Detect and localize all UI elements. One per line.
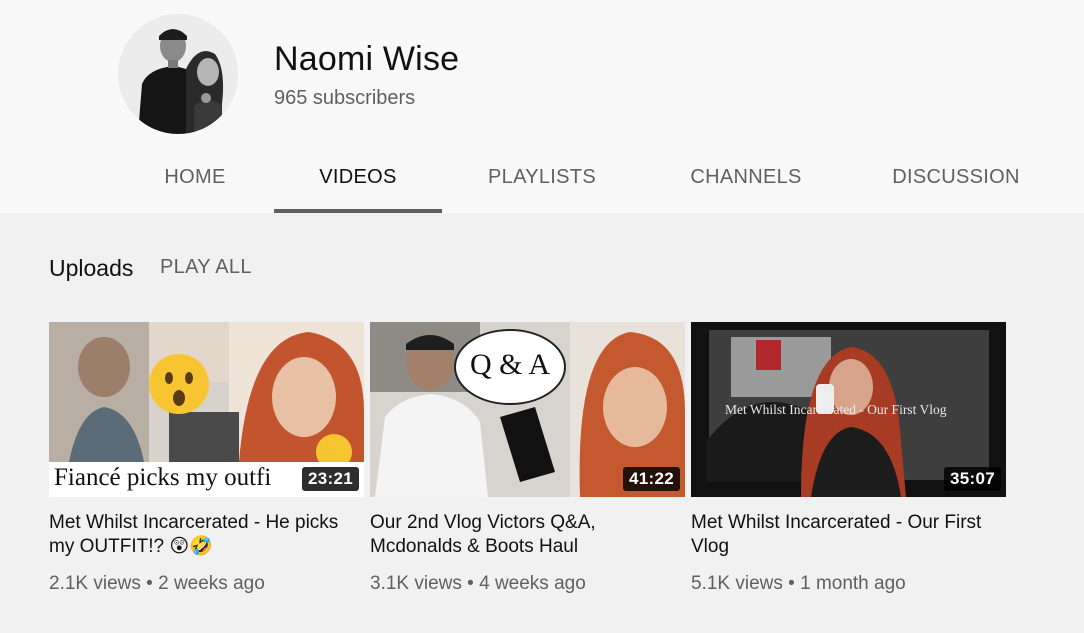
tab-home[interactable]: HOME: [150, 150, 240, 213]
video-metadata: 2.1K views • 2 weeks ago: [49, 573, 265, 595]
upload-age: 4 weeks ago: [479, 573, 586, 594]
video-thumbnail[interactable]: Met Whilst Incarcerated - Our First Vlog…: [691, 322, 1006, 497]
meta-separator: •: [467, 573, 474, 594]
play-all-button[interactable]: PLAY ALL: [160, 256, 252, 279]
video-duration: 23:21: [302, 467, 359, 491]
avatar-image: [118, 14, 238, 134]
channel-tabs: HOME VIDEOS PLAYLISTS CHANNELS DISCUSSIO…: [0, 150, 1084, 213]
video-thumbnail[interactable]: Fiancé picks my outfi 23:21: [49, 322, 364, 497]
meta-separator: •: [788, 573, 795, 594]
thumbnail-caption: Q & A: [470, 348, 551, 381]
video-card[interactable]: Fiancé picks my outfi 23:21 Met Whilst I…: [49, 322, 364, 594]
video-card[interactable]: Met Whilst Incarcerated - Our First Vlog…: [691, 322, 1006, 594]
video-duration: 35:07: [944, 467, 1001, 491]
section-title: Uploads: [49, 255, 134, 281]
video-duration: 41:22: [623, 467, 680, 491]
thumbnail-caption: Met Whilst Incarcerated - Our First Vlog: [725, 402, 947, 417]
meta-separator: •: [146, 573, 153, 594]
video-title[interactable]: Our 2nd Vlog Victors Q&A, Mcdonalds & Bo…: [370, 511, 670, 559]
upload-age: 1 month ago: [800, 573, 906, 594]
video-metadata: 3.1K views • 4 weeks ago: [370, 573, 586, 595]
tab-videos[interactable]: VIDEOS: [274, 150, 442, 213]
view-count: 5.1K views: [691, 573, 783, 594]
view-count: 2.1K views: [49, 573, 141, 594]
video-card[interactable]: Q & A 41:22 Our 2nd Vlog Victors Q&A, Mc…: [370, 322, 685, 594]
subscriber-count: 965 subscribers: [274, 87, 416, 109]
video-title[interactable]: Met Whilst Incarcerated - He picks my OU…: [49, 511, 349, 559]
tab-discussion[interactable]: DISCUSSION: [886, 150, 1026, 213]
tab-channels[interactable]: CHANNELS: [682, 150, 810, 213]
tab-playlists[interactable]: PLAYLISTS: [476, 150, 608, 213]
view-count: 3.1K views: [370, 573, 462, 594]
upload-age: 2 weeks ago: [158, 573, 265, 594]
active-tab-indicator: [274, 209, 442, 213]
video-thumbnail[interactable]: Q & A 41:22: [370, 322, 685, 497]
channel-name: Naomi Wise: [274, 40, 460, 78]
video-metadata: 5.1K views • 1 month ago: [691, 573, 906, 595]
thumbnail-caption: Fiancé picks my outfi: [54, 464, 272, 491]
video-title[interactable]: Met Whilst Incarcerated - Our First Vlog: [691, 511, 991, 559]
channel-avatar[interactable]: [118, 14, 238, 134]
channel-header: Naomi Wise 965 subscribers HOME VIDEOS P…: [0, 0, 1084, 213]
